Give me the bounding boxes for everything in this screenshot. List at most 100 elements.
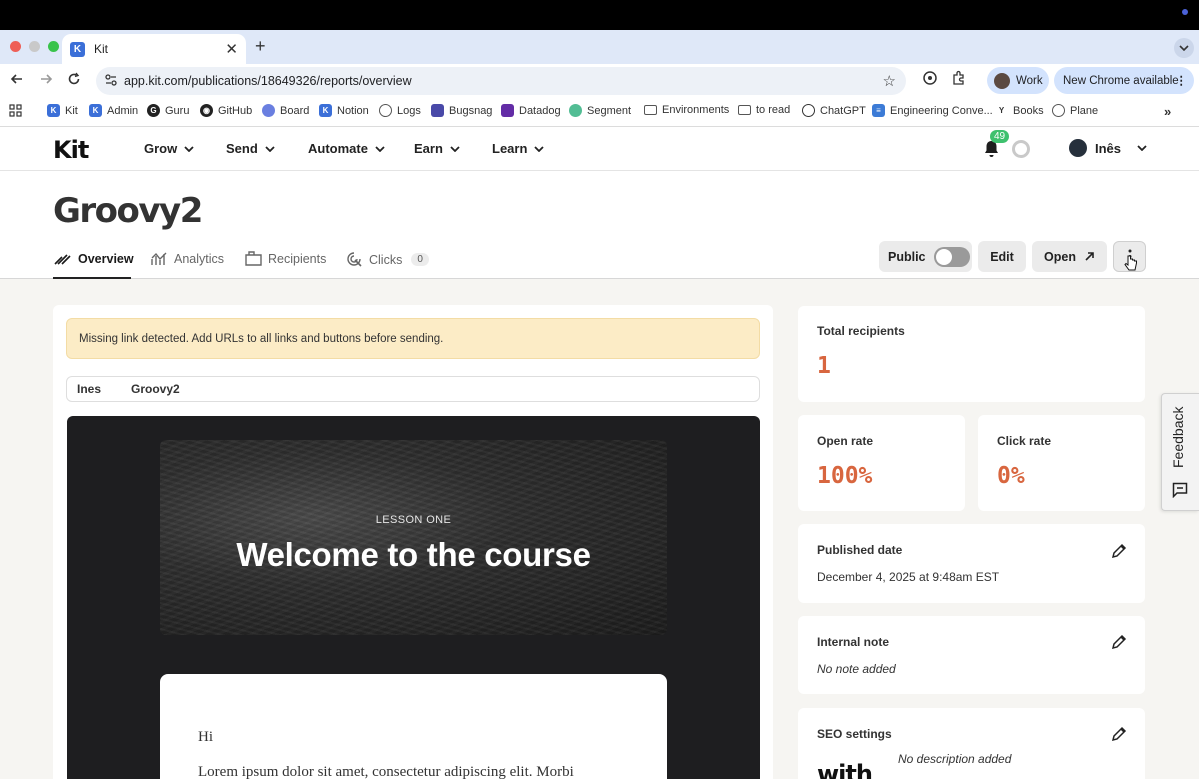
bookmark-label: Engineering Conve... [890, 104, 993, 117]
bookmark-books[interactable]: Y Books [995, 104, 1044, 117]
seo-description-value: No description added [898, 752, 1012, 766]
edit-internal-note-icon[interactable] [1111, 634, 1127, 650]
bookmark-datadog[interactable]: Datadog [501, 104, 561, 117]
folder-icon [644, 105, 657, 115]
nav-learn[interactable]: Learn [492, 141, 545, 156]
loading-ring-icon [1012, 140, 1030, 158]
feedback-tab[interactable]: Feedback [1161, 393, 1199, 511]
email-body-text: Lorem ipsum dolor sit amet, consectetur … [198, 764, 574, 779]
feedback-label: Feedback [1170, 406, 1186, 468]
segment-icon [569, 104, 582, 117]
bookmark-engineering[interactable]: ≡ Engineering Conve... [872, 104, 993, 117]
extensions-puzzle-icon[interactable] [951, 70, 967, 86]
profile-button[interactable]: Work [987, 67, 1049, 94]
minimize-window-button[interactable] [29, 41, 40, 52]
more-bookmarks-icon[interactable]: » [1164, 104, 1171, 119]
bookmarks-bar: K Kit K Admin G Guru ◉ GitHub Board K Notion … [0, 96, 1199, 127]
edit-button[interactable]: Edit [978, 241, 1026, 272]
bookmark-plane[interactable]: Plane [1052, 104, 1098, 117]
reload-button[interactable] [67, 72, 81, 86]
overview-icon [54, 254, 71, 265]
bookmark-chatgpt[interactable]: ChatGPT [802, 104, 866, 117]
back-button[interactable] [10, 72, 24, 86]
bookmark-star-icon[interactable]: ☆ [883, 72, 896, 90]
new-tab-button[interactable]: + [255, 36, 266, 57]
tab-label: Overview [78, 251, 134, 266]
profile-avatar [994, 72, 1010, 89]
bookmark-folder-environments[interactable]: Environments [644, 104, 729, 116]
public-switch[interactable] [933, 246, 970, 267]
extension-icon[interactable] [922, 70, 938, 86]
nav-automate[interactable]: Automate [308, 141, 385, 156]
open-button[interactable]: Open [1032, 241, 1107, 272]
bookmark-logs[interactable]: Logs [379, 104, 421, 117]
nav-label: Automate [308, 141, 368, 156]
window-controls [10, 41, 59, 52]
edit-published-date-icon[interactable] [1111, 543, 1127, 559]
guru-icon: G [147, 104, 160, 117]
address-bar[interactable]: app.kit.com/publications/18649326/report… [96, 67, 906, 95]
seo-settings-card: SEO settings No description added with [798, 708, 1145, 779]
tab-search-button[interactable] [1174, 38, 1194, 58]
bookmark-folder-to-read[interactable]: to read [738, 104, 790, 116]
browser-tab[interactable]: K Kit ✕ [62, 34, 246, 64]
tab-label: Recipients [268, 251, 327, 266]
edit-seo-settings-icon[interactable] [1111, 726, 1127, 742]
site-info-icon[interactable] [104, 73, 118, 87]
bookmark-segment[interactable]: Segment [569, 104, 631, 117]
nav-grow[interactable]: Grow [144, 141, 194, 156]
maximize-window-button[interactable] [48, 41, 59, 52]
kit-logo[interactable]: Kit [53, 136, 89, 164]
tab-analytics[interactable]: Analytics [151, 251, 224, 266]
forward-button[interactable] [39, 72, 53, 86]
url-text[interactable]: app.kit.com/publications/18649326/report… [124, 74, 412, 88]
tab-clicks[interactable]: Clicks 0 [346, 251, 429, 268]
internal-note-label: Internal note [817, 635, 890, 649]
close-tab-icon[interactable]: ✕ [225, 40, 238, 58]
email-content-preview: LESSON ONE Welcome to the course Hi Lore… [67, 416, 760, 779]
bookmark-label: Board [280, 104, 310, 117]
seo-preview-thumbnail: with [817, 760, 873, 779]
open-label: Open [1044, 249, 1076, 264]
open-rate-card: Open rate 100% [798, 415, 965, 511]
bookmark-board[interactable]: Board [262, 104, 309, 117]
chrome-menu-icon[interactable]: ⋮ [1176, 73, 1188, 87]
open-rate-value: 100% [817, 463, 873, 489]
nav-earn[interactable]: Earn [414, 141, 460, 156]
kit-icon: K [319, 104, 332, 117]
chat-bubble-icon [1172, 482, 1188, 498]
email-meta-row: Ines Groovy2 [66, 376, 760, 402]
nav-send[interactable]: Send [226, 141, 275, 156]
bookmark-label: Logs [397, 104, 421, 117]
hero-eyebrow: LESSON ONE [375, 514, 452, 526]
pointer-cursor-icon [1124, 255, 1137, 271]
public-toggle[interactable]: Public [879, 241, 972, 272]
chatgpt-icon [802, 104, 815, 117]
folder-icon [738, 105, 751, 115]
nav-label: Learn [492, 141, 528, 156]
bookmark-guru[interactable]: G Guru [147, 104, 189, 117]
chevron-down-icon [265, 145, 275, 152]
bookmark-kit[interactable]: K Kit [47, 104, 78, 117]
close-window-button[interactable] [10, 41, 21, 52]
bookmark-label: Admin [107, 104, 139, 117]
bookmark-label: Environments [662, 104, 730, 116]
missing-link-warning: Missing link detected. Add URLs to all l… [66, 318, 760, 359]
bookmark-label: Guru [165, 104, 190, 117]
total-recipients-card: Total recipients 1 [798, 306, 1145, 402]
total-recipients-value: 1 [817, 353, 831, 379]
bookmark-bugsnag[interactable]: Bugsnag [431, 104, 492, 117]
bookmark-github[interactable]: ◉ GitHub [200, 104, 252, 117]
tab-recipients[interactable]: Recipients [245, 251, 326, 266]
apps-grid-icon[interactable] [9, 104, 22, 117]
github-icon: ◉ [200, 104, 213, 117]
tab-overview[interactable]: Overview [53, 251, 134, 266]
datadog-icon [501, 104, 514, 117]
bookmark-notion[interactable]: K Notion [319, 104, 369, 117]
user-menu[interactable]: Inês [1069, 139, 1147, 157]
nav-label: Send [226, 141, 258, 156]
open-rate-label: Open rate [817, 434, 874, 448]
chevron-down-icon [534, 145, 545, 152]
bookmark-admin[interactable]: K Admin [89, 104, 138, 117]
chrome-update-button[interactable]: New Chrome available ⋮ [1054, 67, 1194, 94]
